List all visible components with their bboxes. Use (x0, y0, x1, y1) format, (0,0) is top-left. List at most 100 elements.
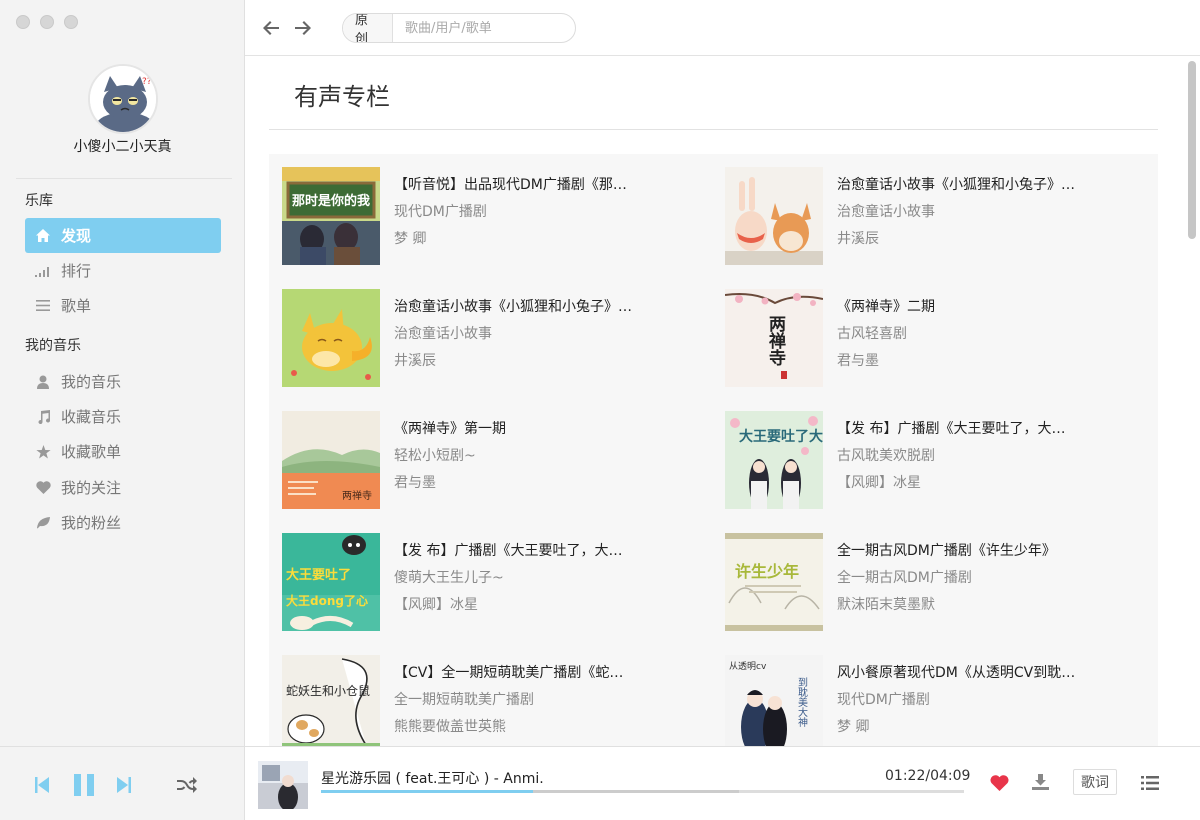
sidebar-item-label: 我的音乐 (61, 373, 122, 391)
album-card[interactable]: 那时是你的我 【听音悦】出品现代DM广播剧《那… 现代DM广播剧 梦 卿 (269, 154, 699, 265)
album-cover[interactable]: 两禅寺 (282, 411, 380, 509)
download-button[interactable] (1031, 773, 1049, 791)
album-cover-image: 蛇妖生和小仓鼠 (282, 655, 380, 746)
album-cover-image: 大王要吐了 大王dong了心 (282, 533, 380, 631)
album-category: 古风轻喜剧 (837, 326, 907, 342)
album-author[interactable]: 梦 卿 (394, 228, 426, 248)
album-card[interactable]: 大王要吐了大王怀了蛋 【发 布】广播剧《大王要吐了，大… 古风耽美欢脱剧 【风卿… (712, 398, 1142, 509)
back-button[interactable] (262, 19, 280, 37)
sidebar-item-favorite-playlists[interactable]: 收藏歌单 (25, 434, 221, 469)
album-card[interactable]: 两禅寺 《两禅寺》第一期 轻松小短剧~ 君与墨 (269, 398, 699, 509)
album-cover[interactable]: 那时是你的我 (282, 167, 380, 265)
next-button[interactable] (116, 776, 132, 794)
album-title[interactable]: 治愈童话小故事《小狐狸和小兔子》… (394, 296, 694, 316)
album-author[interactable]: 熊熊要做盖世英熊 (394, 716, 506, 736)
minimize-window-button[interactable] (40, 15, 54, 29)
sidebar-item-label: 排行 (61, 262, 92, 280)
sidebar-item-discover[interactable]: 发现 (25, 218, 221, 253)
album-cover[interactable] (725, 167, 823, 265)
music-note-icon (35, 409, 51, 425)
album-cover[interactable]: 许生少年 (725, 533, 823, 631)
album-title[interactable]: 【听音悦】出品现代DM广播剧《那… (394, 174, 694, 194)
window-controls (16, 15, 78, 29)
forward-button[interactable] (294, 19, 312, 37)
section-library-heading: 乐库 (25, 193, 53, 209)
album-cover[interactable]: 大王要吐了大王怀了蛋 (725, 411, 823, 509)
album-card[interactable]: 许生少年 全一期古风DM广播剧《许生少年》 全一期古风DM广播剧 默沫陌末莫墨默 (712, 520, 1142, 631)
album-title[interactable]: 【CV】全一期短萌耽美广播剧《蛇… (394, 662, 694, 682)
svg-text:??: ?? (142, 77, 152, 87)
search-scope-tag[interactable]: 原创 (343, 14, 393, 42)
signal-bars-icon (35, 263, 51, 279)
sidebar-divider (16, 178, 232, 179)
album-category: 全一期古风DM广播剧 (837, 570, 972, 586)
playlist-button[interactable] (1140, 774, 1160, 792)
album-card[interactable]: 大王要吐了 大王dong了心 【发 布】广播剧《大王要吐了，大… 傻萌大王生儿子… (269, 520, 699, 631)
avatar[interactable]: ?? (88, 64, 158, 134)
list-icon (35, 298, 51, 314)
album-cover-image: 那时是你的我 (282, 167, 380, 265)
album-title[interactable]: 治愈童话小故事《小狐狸和小兔子》… (837, 174, 1137, 194)
album-category: 古风耽美欢脱剧 (837, 448, 935, 464)
album-author[interactable]: 【风卿】冰星 (837, 472, 921, 492)
cover-text: 大王dong了心 (286, 593, 368, 608)
search-input[interactable] (393, 20, 575, 36)
album-card[interactable]: 蛇妖生和小仓鼠 【CV】全一期短萌耽美广播剧《蛇… 全一期短萌耽美广播剧 熊熊要… (269, 642, 699, 746)
album-card[interactable]: 治愈童话小故事《小狐狸和小兔子》… 治愈童话小故事 井溪辰 (269, 276, 699, 387)
username: 小傻小二小天真 (73, 139, 172, 155)
album-title[interactable]: 风小餐原著现代DM《从透明CV到耽… (837, 662, 1137, 682)
heart-icon (35, 480, 51, 496)
album-cover[interactable]: 两禅寺 (725, 289, 823, 387)
lyrics-button[interactable]: 歌词 (1073, 769, 1117, 795)
album-category: 傻萌大王生儿子~ (394, 570, 504, 586)
sidebar-item-favorite-music[interactable]: 收藏音乐 (25, 399, 221, 434)
app-window: ?? 小傻小二小天真 乐库 发现 排行 歌单 我的音乐 我的音乐 收藏音乐 收藏… (0, 0, 1200, 820)
album-card[interactable]: 从透明cv 到耽美大神 风小餐原著现代DM《从透明CV到耽… 现代DM广播剧 梦… (712, 642, 1142, 746)
album-author[interactable]: 梦 卿 (837, 716, 869, 736)
album-author[interactable]: 君与墨 (837, 350, 879, 370)
like-button[interactable] (989, 774, 1009, 792)
playback-time: 01:22/04:09 (885, 768, 971, 784)
shuffle-button[interactable] (176, 776, 198, 794)
previous-button[interactable] (34, 776, 50, 794)
album-cover[interactable]: 从透明cv 到耽美大神 (725, 655, 823, 746)
title-divider (269, 129, 1158, 130)
sidebar-item-my-music[interactable]: 我的音乐 (25, 364, 221, 399)
close-window-button[interactable] (16, 15, 30, 29)
scrollbar[interactable] (1188, 61, 1196, 239)
album-card[interactable]: 两禅寺 《两禅寺》二期 古风轻喜剧 君与墨 (712, 276, 1142, 387)
sidebar-item-fans[interactable]: 我的粉丝 (25, 505, 221, 540)
album-author[interactable]: 井溪辰 (394, 350, 436, 370)
album-card[interactable]: 治愈童话小故事《小狐狸和小兔子》… 治愈童话小故事 井溪辰 (712, 154, 1142, 265)
playback-controls (0, 747, 245, 820)
album-author[interactable]: 【风卿】冰星 (394, 594, 478, 614)
album-cover[interactable]: 大王要吐了 大王dong了心 (282, 533, 380, 631)
cover-text: 许生少年 (735, 562, 799, 581)
album-author[interactable]: 井溪辰 (837, 228, 879, 248)
album-title[interactable]: 【发 布】广播剧《大王要吐了，大… (837, 418, 1137, 438)
album-author[interactable]: 默沫陌末莫墨默 (837, 594, 935, 614)
album-title[interactable]: 全一期古风DM广播剧《许生少年》 (837, 540, 1137, 560)
album-title[interactable]: 《两禅寺》二期 (837, 296, 1137, 316)
arrow-left-icon (263, 21, 279, 35)
home-icon (35, 228, 51, 244)
album-author[interactable]: 君与墨 (394, 472, 436, 492)
cover-text: 那时是你的我 (292, 193, 370, 209)
album-title[interactable]: 《两禅寺》第一期 (394, 418, 694, 438)
star-icon (35, 444, 51, 460)
album-category: 治愈童话小故事 (837, 204, 935, 220)
now-playing-cover[interactable] (258, 761, 308, 809)
album-cover[interactable] (282, 289, 380, 387)
sidebar-item-label: 收藏音乐 (61, 408, 122, 426)
sidebar-item-label: 我的关注 (61, 479, 122, 497)
zoom-window-button[interactable] (64, 15, 78, 29)
album-category: 轻松小短剧~ (394, 448, 476, 464)
pause-button[interactable] (72, 774, 96, 796)
sidebar-item-following[interactable]: 我的关注 (25, 470, 221, 505)
album-cover[interactable]: 蛇妖生和小仓鼠 (282, 655, 380, 746)
sidebar-item-charts[interactable]: 排行 (25, 253, 221, 288)
sidebar-item-playlists[interactable]: 歌单 (25, 288, 221, 323)
album-title[interactable]: 【发 布】广播剧《大王要吐了，大… (394, 540, 694, 560)
progress-bar[interactable] (321, 790, 964, 793)
now-playing-title: 星光游乐园 ( feat.王可心 ) - Anmi. (321, 771, 544, 787)
